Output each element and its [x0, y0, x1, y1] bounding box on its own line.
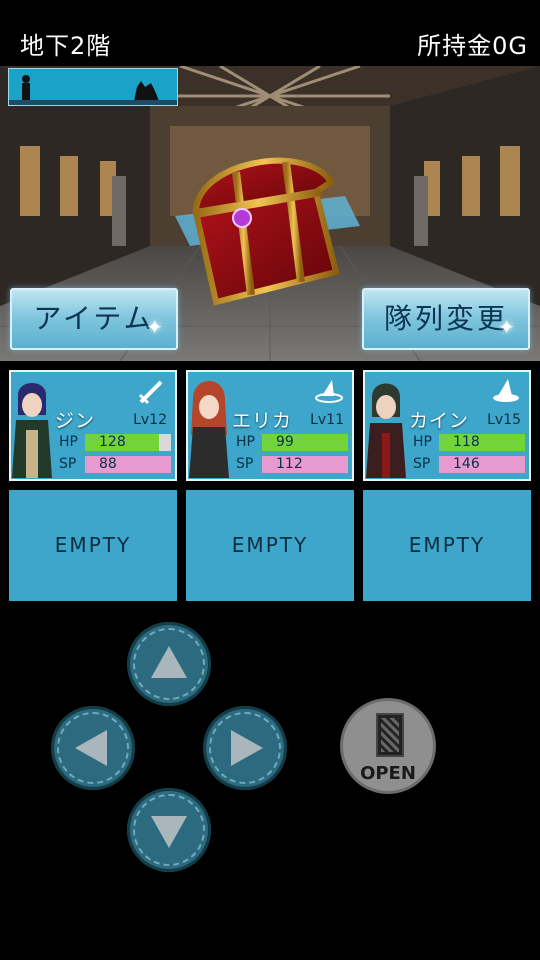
- sp-bar-fill: [262, 456, 348, 473]
- hp-bar: 118: [439, 434, 525, 451]
- hp-bar: 99: [262, 434, 348, 451]
- portrait-kain: [366, 383, 406, 478]
- open-button-label: OPEN: [360, 763, 416, 784]
- empty-party-slot[interactable]: EMPTY: [363, 490, 531, 601]
- member-level: Lv15: [487, 412, 521, 428]
- portrait-erika: [189, 381, 229, 478]
- arrow-left-icon: [75, 730, 107, 766]
- wizard-hat-icon: [493, 379, 519, 402]
- hp-bar-fill: [262, 434, 348, 451]
- item-button-label: アイテム: [33, 302, 155, 335]
- sp-label: SP: [59, 456, 77, 472]
- hp-label: HP: [413, 434, 432, 450]
- member-name: エリカ: [232, 410, 293, 432]
- empty-party-slot[interactable]: EMPTY: [186, 490, 354, 601]
- member-level: Lv12: [133, 412, 167, 428]
- party-member-card[interactable]: ジン Lv12 HP 128 SP 88: [9, 370, 177, 481]
- hp-label: HP: [59, 434, 78, 450]
- hp-label: HP: [236, 434, 255, 450]
- sp-label: SP: [236, 456, 254, 472]
- hp-bar-fill: [439, 434, 525, 451]
- item-button[interactable]: アイテム ✦: [10, 288, 178, 350]
- minimap-bar: [9, 100, 177, 105]
- arrow-right-icon: [231, 730, 263, 766]
- sp-bar-fill: [85, 456, 171, 473]
- sp-value: 112: [276, 456, 303, 472]
- party-member-card[interactable]: エリカ Lv11 HP 99 SP 112: [186, 370, 354, 481]
- sparkle-icon: ✦: [146, 315, 166, 339]
- sp-bar: 112: [262, 456, 348, 473]
- portrait-jin: [12, 383, 52, 478]
- sword-icon: [138, 380, 163, 405]
- arrow-up-icon: [151, 646, 187, 678]
- formation-button-label: 隊列変更: [383, 302, 508, 335]
- arrow-down-icon: [151, 816, 187, 848]
- move-left-button[interactable]: [51, 706, 135, 790]
- member-level: Lv11: [310, 412, 344, 428]
- minimap: [8, 68, 178, 106]
- member-name: ジン: [55, 410, 96, 432]
- hp-value: 118: [453, 434, 480, 450]
- formation-button[interactable]: 隊列変更 ✦: [362, 288, 530, 350]
- card-icon: [376, 713, 404, 757]
- hp-value: 128: [99, 434, 126, 450]
- move-right-button[interactable]: [203, 706, 287, 790]
- move-up-button[interactable]: [127, 622, 211, 706]
- empty-party-slot[interactable]: EMPTY: [9, 490, 177, 601]
- hp-value: 99: [276, 434, 294, 450]
- open-button[interactable]: OPEN: [340, 698, 436, 794]
- move-down-button[interactable]: [127, 788, 211, 872]
- status-bar: 地下2階 所持金0G: [0, 0, 540, 66]
- floor-indicator: 地下2階: [20, 32, 112, 60]
- member-name: カイン: [409, 410, 470, 432]
- sparkle-icon: ✦: [498, 315, 518, 339]
- sp-label: SP: [413, 456, 431, 472]
- party-member-card[interactable]: カイン Lv15 HP 118 SP 146: [363, 370, 531, 481]
- sp-value: 146: [453, 456, 480, 472]
- sp-bar: 88: [85, 456, 171, 473]
- gold-counter: 所持金0G: [417, 32, 528, 60]
- hp-bar: 128: [85, 434, 171, 451]
- sp-value: 88: [99, 456, 117, 472]
- wizard-hat-icon: [315, 380, 343, 403]
- sp-bar-fill: [439, 456, 525, 473]
- sp-bar: 146: [439, 456, 525, 473]
